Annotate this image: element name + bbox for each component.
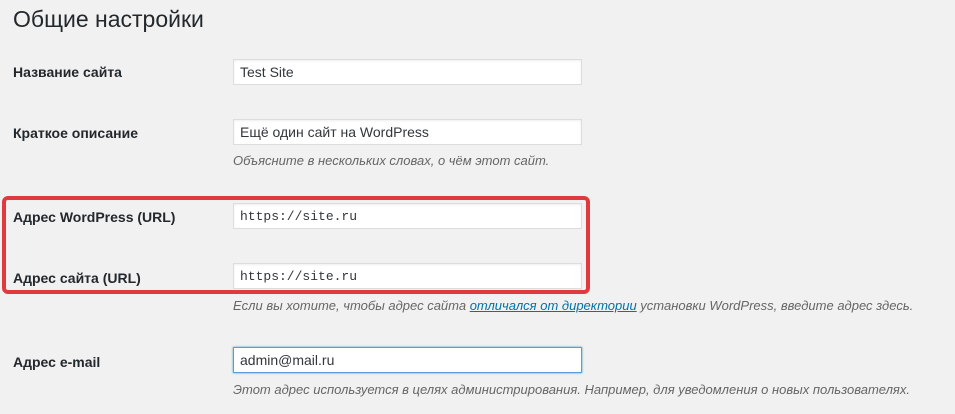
tagline-description: Объясните в нескольких словах, о чём это… xyxy=(233,153,550,168)
wp-address-label: Адрес WordPress (URL) xyxy=(13,209,176,225)
site-address-description-before: Если вы хотите, чтобы адрес сайта xyxy=(233,298,470,313)
tagline-input[interactable] xyxy=(233,119,582,145)
site-address-label: Адрес сайта (URL) xyxy=(13,270,141,286)
site-title-input[interactable] xyxy=(233,59,582,85)
wp-address-input[interactable] xyxy=(233,203,582,229)
page-title: Общие настройки xyxy=(13,6,204,32)
different-directory-link[interactable]: отличался от директории xyxy=(470,298,637,313)
site-address-description-after: установки WordPress, введите адрес здесь… xyxy=(636,298,914,313)
admin-email-description: Этот адрес используется в целях админист… xyxy=(233,382,910,397)
admin-email-label: Адрес e-mail xyxy=(13,354,101,370)
site-address-input[interactable] xyxy=(233,263,582,289)
admin-email-input[interactable] xyxy=(233,347,582,373)
tagline-label: Краткое описание xyxy=(13,125,138,141)
site-title-label: Название сайта xyxy=(13,64,122,80)
site-address-description: Если вы хотите, чтобы адрес сайта отлича… xyxy=(233,297,913,315)
general-settings-page: Общие настройки Название сайта Краткое о… xyxy=(0,0,955,414)
